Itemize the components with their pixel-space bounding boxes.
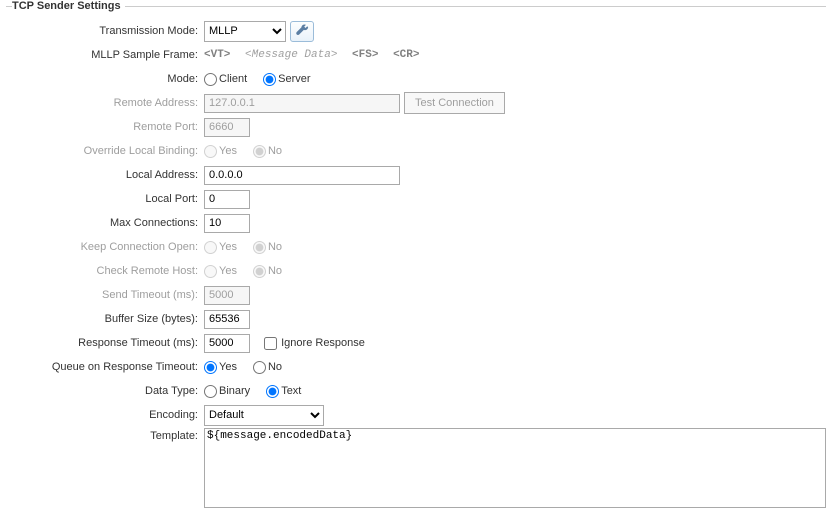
label-remote-port: Remote Port: (6, 121, 204, 133)
ignore-response-label: Ignore Response (281, 337, 365, 349)
row-send-timeout: Send Timeout (ms): (6, 284, 826, 306)
wrench-icon (295, 24, 309, 38)
label-keep-connection-open: Keep Connection Open: (6, 241, 204, 253)
row-data-type: Data Type: Binary Text (6, 380, 826, 402)
check-remote-host-yes-radio (204, 265, 217, 278)
tcp-sender-settings-group: TCP Sender Settings Transmission Mode: M… (6, 0, 826, 513)
sample-frame-vt: <VT> (204, 49, 230, 61)
check-remote-host-yes-label: Yes (219, 265, 237, 277)
test-connection-button: Test Connection (404, 92, 505, 114)
remote-address-input (204, 94, 400, 113)
mode-client-label: Client (219, 73, 247, 85)
queue-on-response-timeout-yes-label: Yes (219, 361, 237, 373)
queue-on-response-timeout-yes-radio[interactable] (204, 361, 217, 374)
label-transmission-mode: Transmission Mode: (6, 25, 204, 37)
queue-on-response-timeout-no-label: No (268, 361, 282, 373)
override-local-binding-no-label: No (268, 145, 282, 157)
row-local-address: Local Address: (6, 164, 826, 186)
row-override-local-binding: Override Local Binding: Yes No (6, 140, 826, 162)
label-override-local-binding: Override Local Binding: (6, 145, 204, 157)
buffer-size-input[interactable] (204, 310, 250, 329)
mode-client-radio[interactable] (204, 73, 217, 86)
override-local-binding-yes-label: Yes (219, 145, 237, 157)
transmission-mode-select[interactable]: MLLP (204, 21, 286, 42)
response-timeout-input[interactable] (204, 334, 250, 353)
mode-server-label: Server (278, 73, 310, 85)
override-local-binding-no-radio (253, 145, 266, 158)
sample-frame-msg: <Message Data> (245, 49, 337, 61)
label-check-remote-host: Check Remote Host: (6, 265, 204, 277)
label-send-timeout: Send Timeout (ms): (6, 289, 204, 301)
data-type-text-label: Text (281, 385, 301, 397)
label-template: Template: (6, 428, 204, 442)
max-connections-input[interactable] (204, 214, 250, 233)
label-sample-frame: MLLP Sample Frame: (6, 49, 204, 61)
label-response-timeout: Response Timeout (ms): (6, 337, 204, 349)
ignore-response-checkbox[interactable] (264, 337, 277, 350)
row-template: Template: (6, 428, 826, 511)
label-mode: Mode: (6, 73, 204, 85)
data-type-binary-label: Binary (219, 385, 250, 397)
label-remote-address: Remote Address: (6, 97, 204, 109)
local-port-input[interactable] (204, 190, 250, 209)
label-buffer-size: Buffer Size (bytes): (6, 313, 204, 325)
row-transmission-mode: Transmission Mode: MLLP (6, 20, 826, 42)
override-local-binding-yes-radio (204, 145, 217, 158)
template-textarea[interactable] (204, 428, 826, 508)
data-type-text-radio[interactable] (266, 385, 279, 398)
row-local-port: Local Port: (6, 188, 826, 210)
row-mode: Mode: Client Server (6, 68, 826, 90)
row-remote-address: Remote Address: Test Connection (6, 92, 826, 114)
keep-connection-open-yes-radio (204, 241, 217, 254)
row-check-remote-host: Check Remote Host: Yes No (6, 260, 826, 282)
row-encoding: Encoding: Default (6, 404, 826, 426)
row-keep-connection-open: Keep Connection Open: Yes No (6, 236, 826, 258)
encoding-select[interactable]: Default (204, 405, 324, 426)
sample-frame-cr: <CR> (393, 49, 419, 61)
check-remote-host-no-radio (253, 265, 266, 278)
row-remote-port: Remote Port: (6, 116, 826, 138)
sample-frame-fs: <FS> (352, 49, 378, 61)
tcp-sender-settings-panel: TCP Sender Settings Transmission Mode: M… (0, 0, 829, 519)
label-data-type: Data Type: (6, 385, 204, 397)
transmission-mode-settings-button[interactable] (290, 21, 314, 42)
label-local-port: Local Port: (6, 193, 204, 205)
remote-port-input (204, 118, 250, 137)
mode-server-radio[interactable] (263, 73, 276, 86)
row-sample-frame: MLLP Sample Frame: <VT> <Message Data> <… (6, 44, 826, 66)
sample-frame-display: <VT> <Message Data> <FS> <CR> (204, 49, 419, 61)
queue-on-response-timeout-no-radio[interactable] (253, 361, 266, 374)
group-legend: TCP Sender Settings (12, 0, 125, 12)
row-buffer-size: Buffer Size (bytes): (6, 308, 826, 330)
check-remote-host-no-label: No (268, 265, 282, 277)
data-type-binary-radio[interactable] (204, 385, 217, 398)
keep-connection-open-no-label: No (268, 241, 282, 253)
keep-connection-open-no-radio (253, 241, 266, 254)
row-response-timeout: Response Timeout (ms): Ignore Response (6, 332, 826, 354)
local-address-input[interactable] (204, 166, 400, 185)
label-local-address: Local Address: (6, 169, 204, 181)
row-max-connections: Max Connections: (6, 212, 826, 234)
label-max-connections: Max Connections: (6, 217, 204, 229)
row-queue-on-response-timeout: Queue on Response Timeout: Yes No (6, 356, 826, 378)
keep-connection-open-yes-label: Yes (219, 241, 237, 253)
send-timeout-input (204, 286, 250, 305)
label-encoding: Encoding: (6, 409, 204, 421)
label-queue-on-response-timeout: Queue on Response Timeout: (6, 361, 204, 373)
